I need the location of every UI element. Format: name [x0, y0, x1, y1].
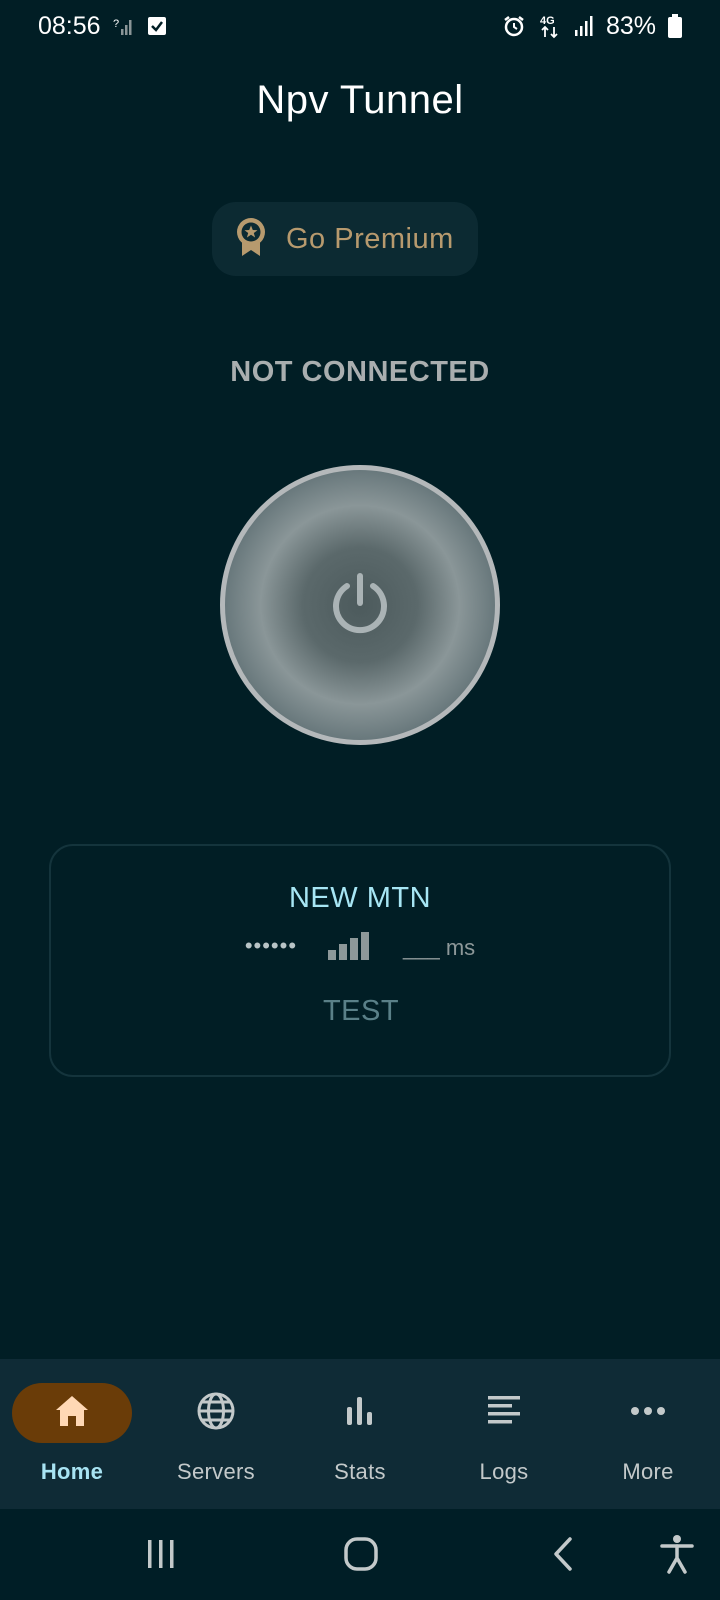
signal-icon [574, 15, 594, 37]
nav-label-stats: Stats [334, 1459, 386, 1484]
status-right: 4G 83% [502, 12, 682, 41]
nav-label-logs: Logs [479, 1459, 529, 1484]
system-home-button[interactable] [336, 1531, 386, 1581]
server-name: NEW MTN [288, 882, 432, 914]
globe-icon [196, 1391, 236, 1436]
connect-power-button[interactable] [220, 465, 500, 745]
go-premium-label: Go Premium [286, 222, 454, 255]
nav-more-indicator [588, 1383, 708, 1443]
bar-chart-icon [344, 1395, 376, 1432]
checkbox-notification-icon [147, 16, 167, 36]
nav-item-stats[interactable]: Stats [288, 1359, 432, 1509]
nav-label-home: Home [40, 1459, 104, 1484]
nav-label-more: More [622, 1459, 674, 1484]
nav-item-logs[interactable]: Logs [432, 1359, 576, 1509]
recents-icon [144, 1537, 178, 1576]
battery-icon [668, 14, 682, 38]
status-left: 08:56 ? [38, 12, 167, 41]
go-premium-button[interactable]: Go Premium [212, 202, 478, 276]
home-circle-icon [343, 1536, 379, 1577]
server-card[interactable]: NEW MTN •••••• ___ ms TEST [49, 844, 671, 1077]
accessibility-icon [659, 1534, 695, 1579]
list-lines-icon [486, 1393, 522, 1434]
bottom-nav: Home Servers Stats Logs More [0, 1359, 720, 1509]
home-icon [54, 1394, 90, 1433]
nav-stats-indicator [300, 1383, 420, 1443]
nav-item-servers[interactable]: Servers [144, 1359, 288, 1509]
nav-item-more[interactable]: More [576, 1359, 720, 1509]
nav-logs-indicator [444, 1383, 564, 1443]
back-button[interactable] [538, 1531, 588, 1581]
award-ribbon-icon [234, 216, 268, 263]
nav-label-servers: Servers [177, 1459, 255, 1484]
server-meta: •••••• ___ ms [51, 930, 669, 965]
connection-status: NOT CONNECTED [230, 356, 490, 388]
recents-button[interactable] [136, 1531, 186, 1581]
signal-bars-icon [327, 930, 373, 965]
nav-home-indicator [12, 1383, 132, 1443]
4g-data-icon: 4G [538, 13, 562, 39]
battery-percent: 83% [605, 11, 656, 40]
alarm-icon [502, 14, 526, 38]
svg-text:4G: 4G [540, 15, 555, 27]
no-signal-icon: ? [113, 15, 135, 37]
back-icon [550, 1536, 576, 1577]
nav-item-home[interactable]: Home [0, 1359, 144, 1509]
svg-text:?: ? [113, 18, 119, 30]
ping-value: ___ ms [403, 935, 476, 960]
system-nav-bar [0, 1509, 720, 1600]
nav-servers-indicator [156, 1383, 276, 1443]
app-title: Npv Tunnel [256, 78, 464, 122]
status-bar: 08:56 ? 4G 83% [0, 0, 720, 52]
test-button[interactable]: TEST [271, 986, 451, 1036]
status-time: 08:56 [38, 11, 101, 40]
power-icon [325, 568, 395, 643]
accessibility-button[interactable] [652, 1531, 702, 1581]
ping-dots: •••••• [244, 933, 298, 958]
more-dots-icon [630, 1404, 666, 1422]
screen: 08:56 ? 4G 83% Npv Tunnel Go Premium NOT… [0, 0, 720, 1600]
